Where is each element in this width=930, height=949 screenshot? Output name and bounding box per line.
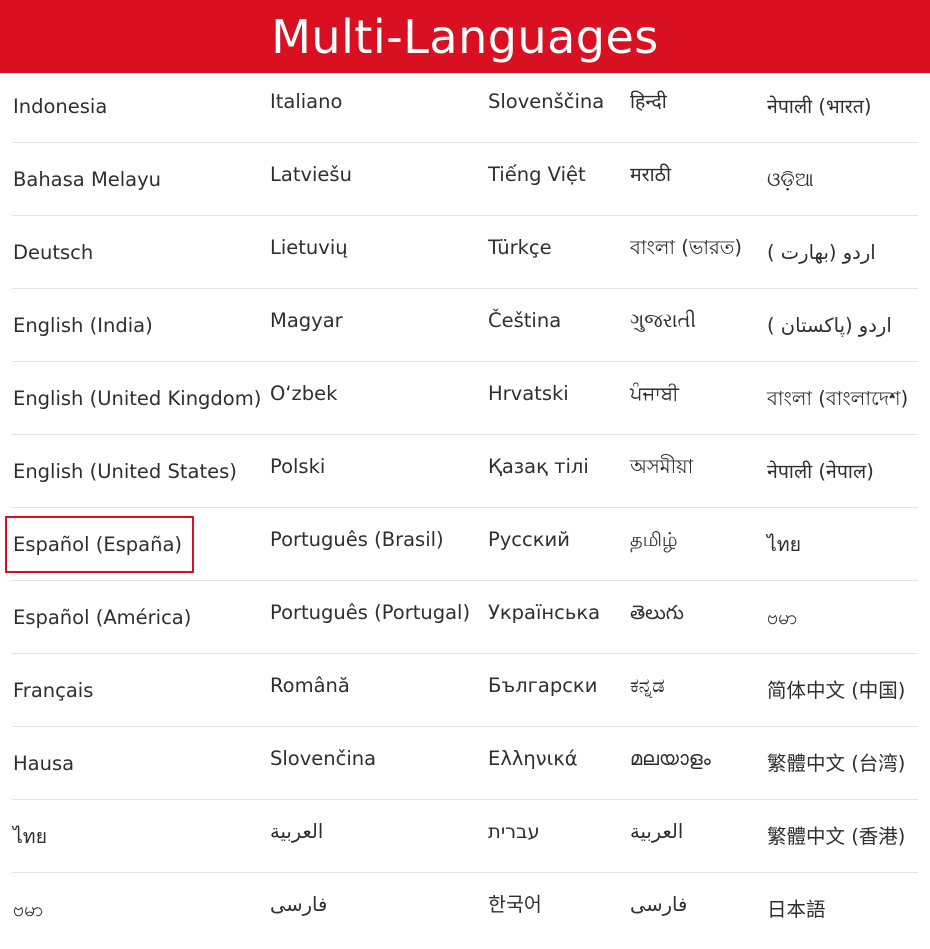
language-option[interactable]: Slovenčina xyxy=(270,747,376,771)
language-option[interactable]: Português (Brasil) xyxy=(270,528,444,552)
language-option[interactable]: Latviešu xyxy=(270,163,352,187)
language-option[interactable]: ଓଡ଼ିଆ xyxy=(767,168,814,192)
language-row: ဗမာ فارسی 한국어 فارسی 日本語 xyxy=(0,876,930,949)
row-divider xyxy=(12,142,918,143)
language-option[interactable]: Lietuvių xyxy=(270,236,348,260)
language-option[interactable]: فارسی xyxy=(270,893,327,917)
row-divider xyxy=(12,653,918,654)
language-option[interactable]: Русский xyxy=(488,528,570,552)
language-option[interactable]: Italiano xyxy=(270,90,342,114)
language-option[interactable]: English (United States) xyxy=(13,460,237,484)
language-option[interactable]: नेपाली (भारत) xyxy=(767,95,871,119)
language-option[interactable]: 简体中文 (中国) xyxy=(767,679,905,703)
language-row: Español (América) Português (Portugal) Укр… xyxy=(0,584,930,657)
language-option[interactable]: ဗမာ xyxy=(13,898,43,922)
language-option[interactable]: Polski xyxy=(270,455,325,479)
row-divider xyxy=(12,580,918,581)
language-option[interactable]: Čeština xyxy=(488,309,561,333)
language-option[interactable]: 繁體中文 (香港) xyxy=(767,825,905,849)
language-option[interactable]: Indonesia xyxy=(13,95,107,119)
language-row: Deutsch Lietuvių Türkçe বাংলা (ভারত) اردو (ب… xyxy=(0,219,930,292)
row-divider xyxy=(12,288,918,289)
language-option[interactable]: فارسی xyxy=(630,893,687,917)
language-option[interactable]: 한국어 xyxy=(488,893,542,917)
language-option[interactable]: தமிழ் xyxy=(630,528,678,552)
header-banner: Multi-Languages xyxy=(0,0,930,73)
language-option[interactable]: اردو (بھارت ) xyxy=(767,241,876,265)
language-option[interactable]: ಕನ್ನಡ xyxy=(630,674,665,698)
selected-language-highlight xyxy=(5,516,194,573)
language-option[interactable]: Română xyxy=(270,674,350,698)
language-option[interactable]: ဗမာ xyxy=(767,606,797,630)
language-option[interactable]: Türkçe xyxy=(488,236,552,260)
language-option[interactable]: नेपाली (नेपाल) xyxy=(767,460,874,484)
row-divider xyxy=(12,726,918,727)
language-option[interactable]: English (United Kingdom) xyxy=(13,387,261,411)
language-row: English (India) Magyar Čeština ગુજરાતી اردو … xyxy=(0,292,930,365)
language-row: English (United States) Polski Қазақ тілі অ… xyxy=(0,438,930,511)
language-option[interactable]: Español (América) xyxy=(13,606,191,630)
language-option[interactable]: 日本語 xyxy=(767,898,826,922)
language-row: ไทย العربية עברית العربية 繁體中文 (香港) xyxy=(0,803,930,876)
language-row: Hausa Slovenčina Ελληνικά മലയാളം 繁體中文 (台湾) xyxy=(0,730,930,803)
language-option[interactable]: עברית xyxy=(488,820,540,844)
language-option[interactable]: മലയാളം xyxy=(630,747,711,771)
language-option[interactable]: ไทย xyxy=(13,825,47,849)
page-title: Multi-Languages xyxy=(271,9,659,64)
row-divider xyxy=(12,361,918,362)
language-option[interactable]: Français xyxy=(13,679,93,703)
language-option[interactable]: ਪੰਜਾਬੀ xyxy=(630,382,679,406)
language-option[interactable]: اردو (پاکستان ) xyxy=(767,314,892,338)
language-option[interactable]: मराठी xyxy=(630,163,671,187)
language-option[interactable]: العربية xyxy=(270,820,323,844)
language-option[interactable]: Українська xyxy=(488,601,600,625)
language-option[interactable]: Tiếng Việt xyxy=(488,163,586,187)
language-option[interactable]: తెలుగు xyxy=(630,601,684,625)
language-option[interactable]: Hrvatski xyxy=(488,382,569,406)
language-option[interactable]: O‘zbek xyxy=(270,382,337,406)
row-divider xyxy=(12,215,918,216)
language-option[interactable]: हिन्दी xyxy=(630,90,667,114)
row-divider xyxy=(12,507,918,508)
language-option[interactable]: অসমীয়া xyxy=(630,455,693,479)
row-divider xyxy=(12,799,918,800)
language-option[interactable]: বাংলা (ভারত) xyxy=(630,236,742,260)
language-option[interactable]: Magyar xyxy=(270,309,343,333)
row-divider xyxy=(12,434,918,435)
language-row: Français Română Български ಕನ್ನಡ 简体中文 (中国) xyxy=(0,657,930,730)
language-option[interactable]: Deutsch xyxy=(13,241,93,265)
row-divider xyxy=(12,872,918,873)
language-option[interactable]: Slovenščina xyxy=(488,90,604,114)
language-option[interactable]: Português (Portugal) xyxy=(270,601,470,625)
language-option[interactable]: Hausa xyxy=(13,752,74,776)
language-option[interactable]: Bahasa Melayu xyxy=(13,168,161,192)
language-option[interactable]: Ελληνικά xyxy=(488,747,578,771)
language-option[interactable]: العربية xyxy=(630,820,683,844)
language-option[interactable]: Български xyxy=(488,674,597,698)
language-option[interactable]: বাংলা (বাংলাদেশ) xyxy=(767,387,908,411)
language-row: English (United Kingdom) O‘zbek Hrvatski ਪੰ… xyxy=(0,365,930,438)
language-option[interactable]: Қазақ тілі xyxy=(488,455,589,479)
language-option[interactable]: ไทย xyxy=(767,533,801,557)
language-row: Indonesia Italiano Slovenščina हिन्दी नेपाली… xyxy=(0,73,930,146)
language-option[interactable]: English (India) xyxy=(13,314,153,338)
language-option[interactable]: 繁體中文 (台湾) xyxy=(767,752,905,776)
language-option[interactable]: ગુજરાતી xyxy=(630,309,696,333)
language-row: Bahasa Melayu Latviešu Tiếng Việt मराठी ଓଡ଼ି… xyxy=(0,146,930,219)
